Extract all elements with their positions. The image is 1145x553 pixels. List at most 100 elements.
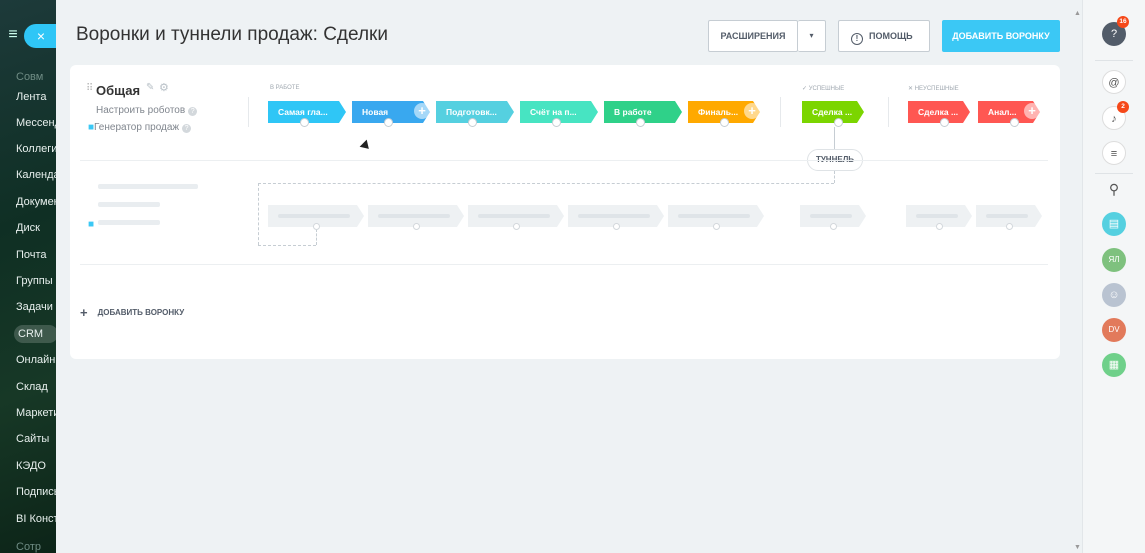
sidebar-item[interactable]: BI Конструктор <box>16 510 60 528</box>
menu-icon[interactable]: ≡ <box>4 26 22 44</box>
stage-connector-dot[interactable] <box>940 118 949 127</box>
scroll-up-icon[interactable]: ▲ <box>1074 10 1081 17</box>
avatar-yl[interactable]: ЯЛ <box>1102 248 1126 272</box>
page-header: Воронки и туннели продаж: Сделки РАСШИРЕ… <box>76 18 1060 58</box>
stage-chip[interactable]: Сделка ... <box>908 101 970 123</box>
add-stage-icon[interactable]: + <box>414 103 430 119</box>
group-label-in-work: В РАБОТЕ <box>270 85 300 91</box>
sales-generator-label: Генератор продаж <box>94 122 180 133</box>
chat-icon[interactable]: ≡ <box>1102 141 1126 165</box>
sidebar-item[interactable]: Коллеги <box>16 140 60 158</box>
mouse-cursor-icon <box>359 139 373 153</box>
help-label: ПОМОЩЬ <box>869 31 913 41</box>
skeleton-line <box>98 220 160 225</box>
divider <box>248 97 249 127</box>
pencil-icon[interactable]: ✎ <box>146 82 154 93</box>
notifications-badge: 2 <box>1117 101 1129 113</box>
page-title: Воронки и туннели продаж: Сделки <box>76 24 388 45</box>
funnels-card: ⠿ Общая ✎ ⚙ Настроить роботов? ■Генерато… <box>70 65 1060 359</box>
add-funnel-link[interactable]: + ДОБАВИТЬ ВОРОНКУ <box>80 305 184 320</box>
sidebar-item[interactable]: КЭДО <box>16 457 60 475</box>
stage-connector-dot[interactable] <box>834 118 843 127</box>
stage-connector-dot[interactable] <box>300 118 309 127</box>
configure-robots-label: Настроить роботов <box>96 105 186 116</box>
help-badge: 16 <box>1117 16 1129 28</box>
skeleton-dot <box>313 223 320 230</box>
sales-generator-link[interactable]: ■Генератор продаж? <box>88 122 192 133</box>
stage-connector-dot[interactable] <box>552 118 561 127</box>
help-icon[interactable]: ? <box>188 107 198 116</box>
sidebar-item[interactable]: Мессенджер <box>16 114 60 132</box>
calendar-icon[interactable]: ▦ <box>1102 353 1126 377</box>
skeleton-dot <box>936 223 943 230</box>
skeleton-dot <box>830 223 837 230</box>
help-button[interactable]: ! ПОМОЩЬ <box>838 20 930 52</box>
extensions-button[interactable]: РАСШИРЕНИЯ <box>708 20 798 52</box>
sidebar-item[interactable]: Маркетинг <box>16 404 60 422</box>
divider <box>1095 173 1133 174</box>
tunnel-connector <box>834 127 835 149</box>
scroll-down-icon[interactable]: ▼ <box>1074 544 1081 551</box>
help-icon[interactable]: ? <box>182 124 192 133</box>
plus-icon: + <box>80 305 88 320</box>
sidebar-item[interactable]: Сайты <box>16 430 60 448</box>
sidebar-item[interactable]: Почта <box>16 246 60 264</box>
chevron-down-icon: ▾ <box>809 31 814 40</box>
add-stage-icon[interactable]: + <box>1024 103 1040 119</box>
sidebar-item[interactable]: Совм <box>16 68 60 86</box>
sidebar-item[interactable]: Подпись <box>16 483 60 501</box>
stage-connector-dot[interactable] <box>384 118 393 127</box>
stage-connector-dot[interactable] <box>636 118 645 127</box>
add-funnel-button[interactable]: ДОБАВИТЬ ВОРОНКУ <box>942 20 1060 52</box>
group-label-fail: ✕ НЕУСПЕШНЫЕ <box>908 86 959 92</box>
tunnel-line <box>834 171 835 183</box>
drag-handle-icon[interactable]: ⠿ <box>86 83 93 94</box>
skeleton-title <box>98 184 198 189</box>
tunnel-line <box>258 183 259 245</box>
left-sidebar: ≡ × Совм Лента Мессенджер Коллеги Календарь Д… <box>0 0 60 553</box>
tunnel-line <box>258 245 316 246</box>
gear-icon[interactable]: ⚙ <box>159 81 169 94</box>
tunnel-line <box>316 229 317 245</box>
avatar-dv[interactable]: DV <box>1102 318 1126 342</box>
skeleton-dot <box>413 223 420 230</box>
sidebar-item[interactable]: Диск <box>16 219 60 237</box>
sidebar-item[interactable]: Сотр <box>16 538 60 553</box>
sidebar-item[interactable]: Группы <box>16 272 60 290</box>
skeleton-line <box>98 202 160 207</box>
funnel-name: Общая <box>96 83 141 98</box>
at-sign-icon[interactable]: @ <box>1102 70 1126 94</box>
add-stage-icon[interactable]: + <box>744 103 760 119</box>
slider-panel: Воронки и туннели продаж: Сделки РАСШИРЕ… <box>56 0 1072 553</box>
avatar-photo[interactable]: ☺ <box>1102 283 1126 307</box>
skeleton-dot <box>1006 223 1013 230</box>
sidebar-item[interactable]: Склад <box>16 378 60 396</box>
configure-robots-link[interactable]: Настроить роботов? <box>96 105 198 116</box>
search-icon[interactable]: ⚲ <box>1102 177 1126 201</box>
tunnel-line <box>258 183 834 184</box>
sidebar-item[interactable]: Календарь <box>16 166 60 184</box>
sidebar-item[interactable]: Документы <box>16 193 60 211</box>
divider <box>780 97 781 127</box>
divider <box>888 97 889 127</box>
add-funnel-link-label: ДОБАВИТЬ ВОРОНКУ <box>97 308 185 317</box>
sidebar-item[interactable]: Задачи <box>16 298 60 316</box>
divider <box>1095 60 1133 61</box>
close-slider-button[interactable]: × <box>24 24 58 48</box>
stage-connector-dot[interactable] <box>720 118 729 127</box>
info-icon: ! <box>851 33 863 45</box>
scrollbar[interactable]: ▲ ▼ <box>1072 0 1082 553</box>
group-label-success: ✓ УСПЕШНЫЕ <box>802 86 845 92</box>
lock-icon: ■ <box>88 219 95 230</box>
skeleton-dot <box>513 223 520 230</box>
skeleton-dot <box>613 223 620 230</box>
stage-connector-dot[interactable] <box>1010 118 1019 127</box>
stage-connector-dot[interactable] <box>468 118 477 127</box>
extensions-dropdown-button[interactable]: ▾ <box>798 20 826 52</box>
stage-chip[interactable]: Сделка ... <box>802 101 864 123</box>
chat-bubble-icon[interactable]: ▤ <box>1102 212 1126 236</box>
sidebar-item[interactable]: CRM <box>14 325 58 343</box>
sidebar-item[interactable]: Онлайн <box>16 351 60 369</box>
divider <box>80 160 1048 161</box>
sidebar-item[interactable]: Лента <box>16 88 60 106</box>
